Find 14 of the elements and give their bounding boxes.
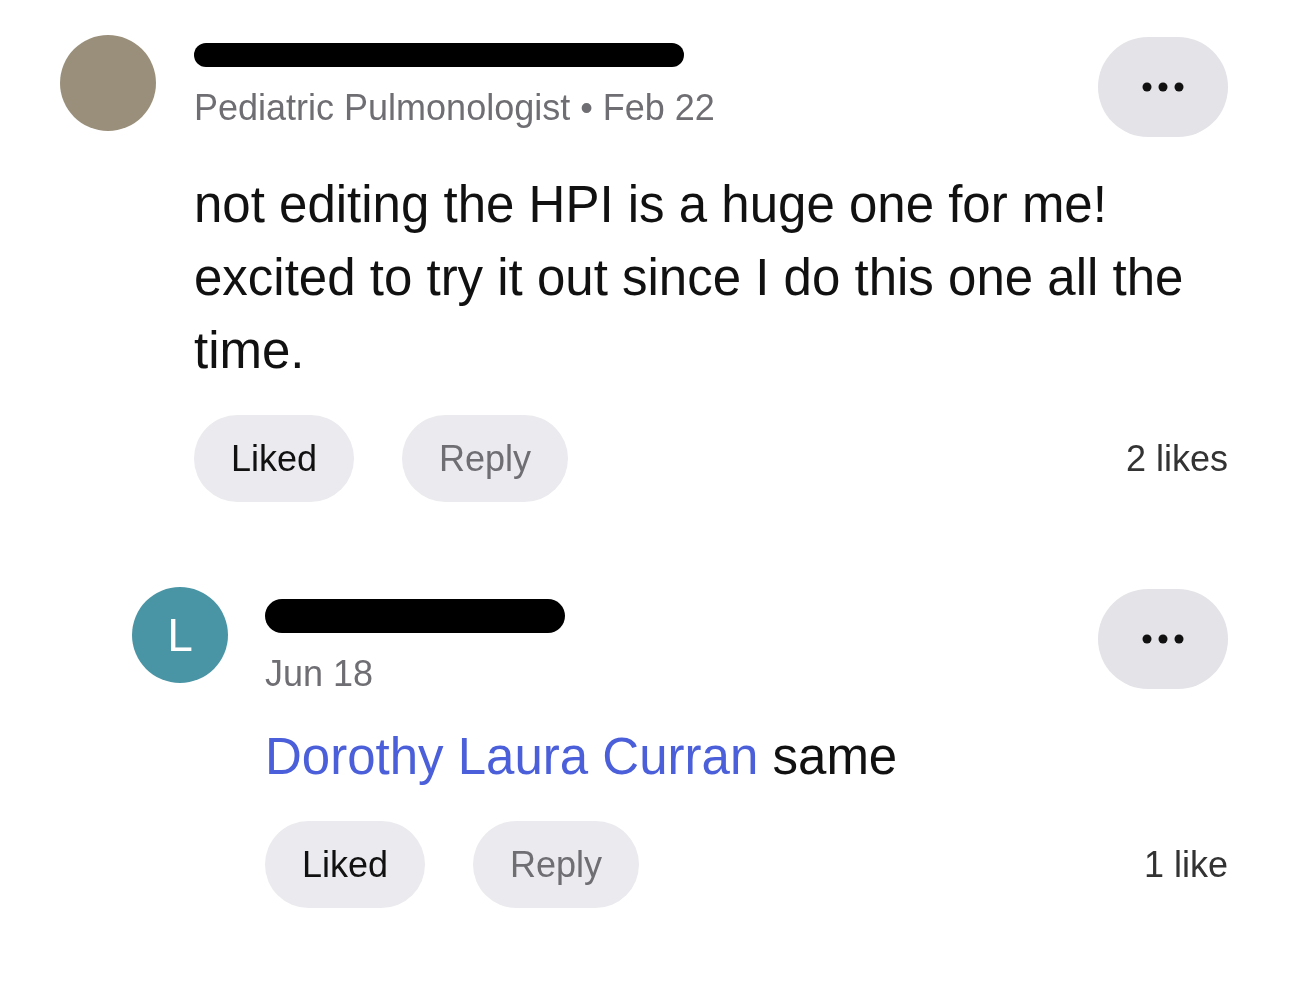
comment-text: not editing the HPI is a huge one for me! excited to try it out since I do this one all the time. bbox=[194, 175, 1185, 381]
like-count: 1 like bbox=[1143, 843, 1228, 886]
reply-button[interactable]: Reply bbox=[402, 415, 569, 502]
more-icon bbox=[1141, 81, 1185, 93]
like-button[interactable]: Liked bbox=[194, 415, 355, 502]
like-button[interactable]: Liked bbox=[265, 821, 426, 908]
like-count: 2 likes bbox=[1125, 437, 1228, 480]
avatar[interactable]: L bbox=[132, 587, 228, 683]
comment-meta: Pediatric Pulmonologist • Feb 22 bbox=[194, 87, 715, 129]
more-icon bbox=[1141, 633, 1185, 645]
mention-link[interactable]: Dorothy Laura Curran bbox=[265, 728, 759, 785]
comment-meta: Jun 18 bbox=[265, 653, 375, 695]
comment-text: Dorothy Laura Curran same bbox=[265, 727, 899, 787]
reply-button[interactable]: Reply bbox=[473, 821, 640, 908]
